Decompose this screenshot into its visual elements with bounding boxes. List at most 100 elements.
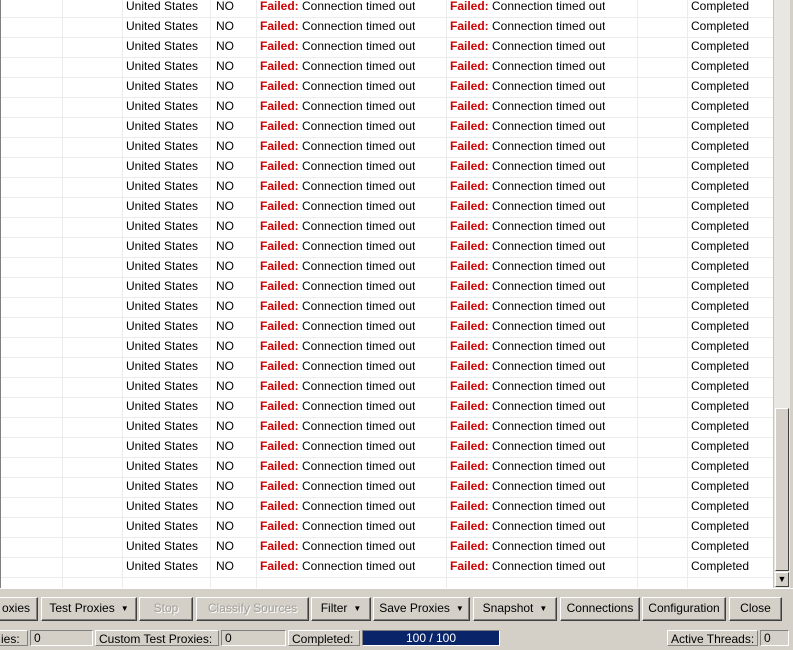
result-message: Connection timed out (492, 159, 606, 173)
table-cell: Completed (691, 278, 749, 298)
status-cell: Completed (691, 519, 750, 533)
table-row[interactable]: United States NO Failed: Connection timed … (1, 258, 774, 278)
table-cell: Failed: Connection timed out (260, 98, 415, 118)
table-row[interactable]: United States NO Failed: Connection timed … (1, 218, 774, 238)
classify-sources-button[interactable]: Classify Sources (196, 597, 309, 621)
result-message: Connection timed out (492, 339, 606, 353)
table-row[interactable]: United States NO Failed: Connection timed … (1, 238, 774, 258)
scrollbar-thumb[interactable] (775, 408, 789, 571)
table-cell: Failed: Connection timed out (260, 178, 415, 198)
table-cell: United States (126, 398, 198, 418)
table-row[interactable]: United States NO Failed: Connection timed … (1, 338, 774, 358)
table-row[interactable]: United States NO Failed: Connection timed … (1, 298, 774, 318)
classify-sources-label: Classify Sources (207, 601, 298, 615)
table-cell: United States (126, 478, 198, 498)
table-cell: Failed: Connection timed out (450, 318, 605, 338)
table-row[interactable]: United States NO Failed: Connection timed … (1, 0, 774, 18)
fail-label: Failed: (450, 259, 489, 273)
status-cell: Completed (691, 559, 750, 573)
fail-label: Failed: (450, 339, 489, 353)
table-cell: Failed: Connection timed out (450, 138, 605, 158)
table-row[interactable]: United States NO Failed: Connection timed … (1, 538, 774, 558)
table-row[interactable]: United States NO Failed: Connection timed … (1, 478, 774, 498)
table-row[interactable]: United States NO Failed: Connection timed … (1, 558, 774, 578)
result-message: Connection timed out (492, 119, 606, 133)
table-cell: United States (126, 358, 198, 378)
table-cell: NO (216, 258, 234, 278)
stop-button[interactable]: Stop (139, 597, 193, 621)
fail-label: Failed: (450, 279, 489, 293)
result-message: Connection timed out (492, 279, 606, 293)
fail-label: Failed: (260, 219, 299, 233)
country-cell: United States (126, 519, 199, 533)
result-message: Connection timed out (492, 359, 606, 373)
fail-label: Failed: (260, 319, 299, 333)
table-row[interactable]: United States NO Failed: Connection timed … (1, 178, 774, 198)
table-cell: Failed: Connection timed out (260, 218, 415, 238)
test-proxies-button[interactable]: Test Proxies ▼ (41, 597, 137, 621)
result-message: Connection timed out (302, 279, 416, 293)
country-cell: United States (126, 559, 199, 573)
fail-label: Failed: (260, 519, 299, 533)
connections-button[interactable]: Connections (560, 597, 640, 621)
proxy-results-table[interactable]: United States NO Failed: Connection timed … (0, 0, 775, 588)
table-row[interactable]: United States NO Failed: Connection timed … (1, 438, 774, 458)
result-message: Connection timed out (492, 219, 606, 233)
table-row[interactable]: United States NO Failed: Connection timed … (1, 158, 774, 178)
table-cell: Completed (691, 298, 749, 318)
country-cell: United States (126, 39, 199, 53)
table-row[interactable]: United States NO Failed: Connection timed … (1, 498, 774, 518)
load-proxies-button[interactable]: oxies (0, 597, 38, 621)
triangle-down-icon: ▼ (539, 604, 548, 614)
table-row[interactable]: United States NO Failed: Connection timed … (1, 38, 774, 58)
result-message: Connection timed out (302, 299, 416, 313)
table-cell: Failed: Connection timed out (260, 558, 415, 578)
country-cell: United States (126, 219, 199, 233)
close-button[interactable]: Close (729, 597, 782, 621)
snapshot-button[interactable]: Snapshot ▼ (473, 597, 557, 621)
table-row[interactable]: United States NO Failed: Connection timed … (1, 418, 774, 438)
table-cell: Failed: Connection timed out (260, 158, 415, 178)
table-row[interactable]: United States NO Failed: Connection timed … (1, 458, 774, 478)
table-cell: Completed (691, 138, 749, 158)
filter-button[interactable]: Filter ▼ (311, 597, 371, 621)
table-cell: Failed: Connection timed out (450, 58, 605, 78)
table-row[interactable]: United States NO Failed: Connection timed … (1, 138, 774, 158)
table-row[interactable]: United States NO Failed: Connection timed … (1, 78, 774, 98)
table-row[interactable]: United States NO Failed: Connection timed … (1, 118, 774, 138)
table-row[interactable]: United States NO Failed: Connection timed … (1, 58, 774, 78)
configuration-button[interactable]: Configuration (642, 597, 726, 621)
table-row[interactable]: United States NO Failed: Connection timed … (1, 398, 774, 418)
fail-label: Failed: (450, 139, 489, 153)
table-row[interactable]: United States NO Failed: Connection timed … (1, 278, 774, 298)
scroll-down-arrow-icon[interactable]: ▼ (775, 572, 789, 587)
result-message: Connection timed out (492, 519, 606, 533)
vertical-scrollbar[interactable]: ▼ (773, 0, 790, 588)
country-cell: United States (126, 139, 199, 153)
table-cell: Failed: Connection timed out (450, 358, 605, 378)
anonymous-cell: NO (216, 559, 234, 573)
fail-label: Failed: (260, 479, 299, 493)
table-cell: United States (126, 18, 198, 38)
table-row[interactable]: United States NO Failed: Connection timed … (1, 18, 774, 38)
table-row[interactable]: United States NO Failed: Connection timed … (1, 198, 774, 218)
save-proxies-button[interactable]: Save Proxies ▼ (373, 597, 470, 621)
result-message: Connection timed out (302, 519, 416, 533)
status-cell: Completed (691, 159, 750, 173)
table-row[interactable]: United States NO Failed: Connection timed … (1, 318, 774, 338)
table-row[interactable]: United States NO Failed: Connection timed … (1, 98, 774, 118)
table-row[interactable]: United States NO Failed: Connection timed … (1, 378, 774, 398)
table-row[interactable]: United States NO Failed: Connection timed … (1, 358, 774, 378)
table-cell: Failed: Connection timed out (260, 358, 415, 378)
table-cell: Completed (691, 378, 749, 398)
result-message: Connection timed out (302, 119, 416, 133)
fail-label: Failed: (450, 499, 489, 513)
table-cell: Failed: Connection timed out (260, 18, 415, 38)
result-message: Connection timed out (302, 319, 416, 333)
custom-test-proxies-value: 0 (221, 630, 286, 646)
table-cell: NO (216, 0, 234, 18)
table-cell: Completed (691, 198, 749, 218)
table-cell: Failed: Connection timed out (260, 198, 415, 218)
table-row[interactable]: United States NO Failed: Connection timed … (1, 518, 774, 538)
fail-label: Failed: (260, 379, 299, 393)
